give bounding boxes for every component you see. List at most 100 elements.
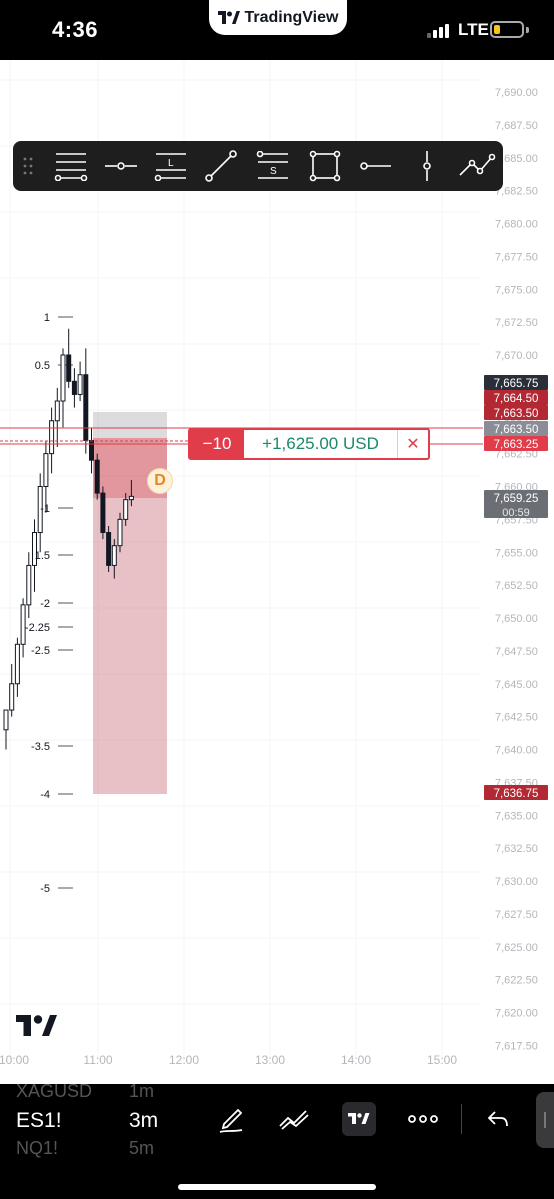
price-label: 7,664.50 [494,393,539,405]
trend-line-icon[interactable] [201,141,241,191]
price-tick-label: 7,670.00 [495,350,538,362]
position-pnl: +1,625.00 USD [244,430,398,458]
app-label: TradingView [244,8,339,26]
time-tick-label: 11:00 [83,1053,112,1067]
candle-body [117,518,123,547]
fib-level-label: -2.5 [31,645,50,657]
bottom-toolbar: XAGUSD ES1! NQ1! 1m 3m 5m [0,1081,554,1199]
time-tick-label: 14:00 [341,1053,371,1067]
price-tick-label: 7,647.50 [495,646,538,658]
time-tick-label: 12:00 [169,1053,199,1067]
price-tick-label: 7,617.50 [495,1040,538,1052]
timeframe-next[interactable]: 5m [129,1138,154,1159]
candle-body [77,374,83,395]
symbol-next[interactable]: NQ1! [16,1138,58,1159]
drawing-toolbar[interactable]: L S [13,141,503,191]
candle-body [94,459,100,494]
undo-icon[interactable] [484,1102,512,1136]
more-icon[interactable] [406,1102,440,1136]
fib-level-label: -4 [40,789,50,801]
fib-level-label: -2.25 [25,622,50,634]
price-tick-label: 7,677.50 [495,251,538,263]
position-widget[interactable]: −10 +1,625.00 USD ✕ [188,428,430,460]
candle-body [83,374,89,441]
fib-level-label: -3.5 [31,741,50,753]
horizontal-ray-icon[interactable] [101,141,141,191]
network-label: LTE [458,20,489,39]
timeframe-prev[interactable]: 1m [129,1081,154,1102]
time-tick-label: 10:00 [0,1053,29,1067]
price-chart[interactable]: 7,690.007,687.507,685.007,682.507,680.00… [0,60,554,1084]
price-tick-label: 7,627.50 [495,909,538,921]
candle-body [43,453,49,487]
timeframe-selector[interactable]: 3m [129,1109,158,1133]
price-label: 7,663.50 [494,424,539,436]
home-indicator [178,1184,376,1190]
time-tick-label: 13:00 [255,1053,285,1067]
side-panel-handle[interactable] [536,1092,554,1148]
vertical-line-icon[interactable] [407,141,447,191]
fib-level-label: -5 [40,883,50,895]
fib-level-label: 0.5 [35,360,50,372]
candle-body [9,683,15,711]
price-tick-label: 7,622.50 [495,975,538,987]
price-tick-label: 7,652.50 [495,580,538,592]
position-quantity[interactable]: −10 [190,430,244,458]
signal-icon [427,24,449,38]
bottom-divider [461,1104,462,1134]
price-tick-label: 7,672.50 [495,317,538,329]
price-tick-label: 7,645.00 [495,679,538,691]
price-tick-label: 7,687.50 [495,120,538,132]
fib-level-label: 1 [44,312,50,324]
chart-area[interactable]: 7,690.00 7,687.50 7,685.00 7,682.50 7,680.00… [0,60,554,1084]
status-time: 4:36 [52,17,99,42]
symbol-prev[interactable]: XAGUSD [16,1081,92,1102]
candle-body [123,499,129,520]
tradingview-pill[interactable]: TradingView [209,0,347,35]
status-bar: 4:36 TradingView LTE [0,0,554,60]
price-label: 7,659.25 [494,493,539,505]
candle-body [54,400,60,422]
ray-icon[interactable] [356,141,396,191]
price-tick-label: 7,655.00 [495,547,538,559]
short-position-icon[interactable]: S [253,141,293,191]
tradingview-logo-icon[interactable] [342,1102,376,1136]
drag-handle-icon[interactable] [13,141,43,191]
draw-pen-icon[interactable] [214,1102,248,1136]
time-tick-label: 15:00 [427,1053,457,1067]
battery-icon [490,21,524,38]
price-tick-label: 7,632.50 [495,843,538,855]
dividend-badge[interactable]: D [147,468,173,494]
long-position-icon[interactable]: L [151,141,191,191]
fib-level-label: 1.5 [35,550,50,562]
price-tick-label: 7,690.00 [495,87,538,99]
rectangle-icon[interactable] [305,141,345,191]
price-tick-label: 7,675.00 [495,284,538,296]
price-label: 7,636.75 [494,788,539,800]
fib-level-label: -1 [40,503,50,515]
price-tick-label: 7,640.00 [495,745,538,757]
candle-body [100,492,106,534]
symbol-selector[interactable]: ES1! [16,1109,62,1133]
price-label: 7,663.25 [494,439,539,451]
candle-body [106,532,112,566]
close-position-button[interactable]: ✕ [398,430,428,458]
price-tick-label: 7,650.00 [495,613,538,625]
horizontal-lines-icon[interactable] [51,141,91,191]
path-icon[interactable] [457,141,497,191]
price-tick-label: 7,635.00 [495,810,538,822]
price-label: 7,665.75 [494,378,539,390]
fib-level-label: -2 [40,598,50,610]
candle-body [66,354,72,382]
price-label: 7,663.50 [494,408,539,420]
long-letter: L [168,158,174,169]
candle-body [3,709,9,731]
candle-body [14,643,20,685]
candle-body [89,439,94,461]
price-tick-label: 7,630.00 [495,876,538,888]
indicators-icon[interactable] [276,1102,312,1136]
price-tick-label: 7,620.00 [495,1008,538,1020]
price-tick-label: 7,680.00 [495,219,538,231]
candle-body [128,495,134,501]
tradingview-logo-icon [217,10,240,24]
